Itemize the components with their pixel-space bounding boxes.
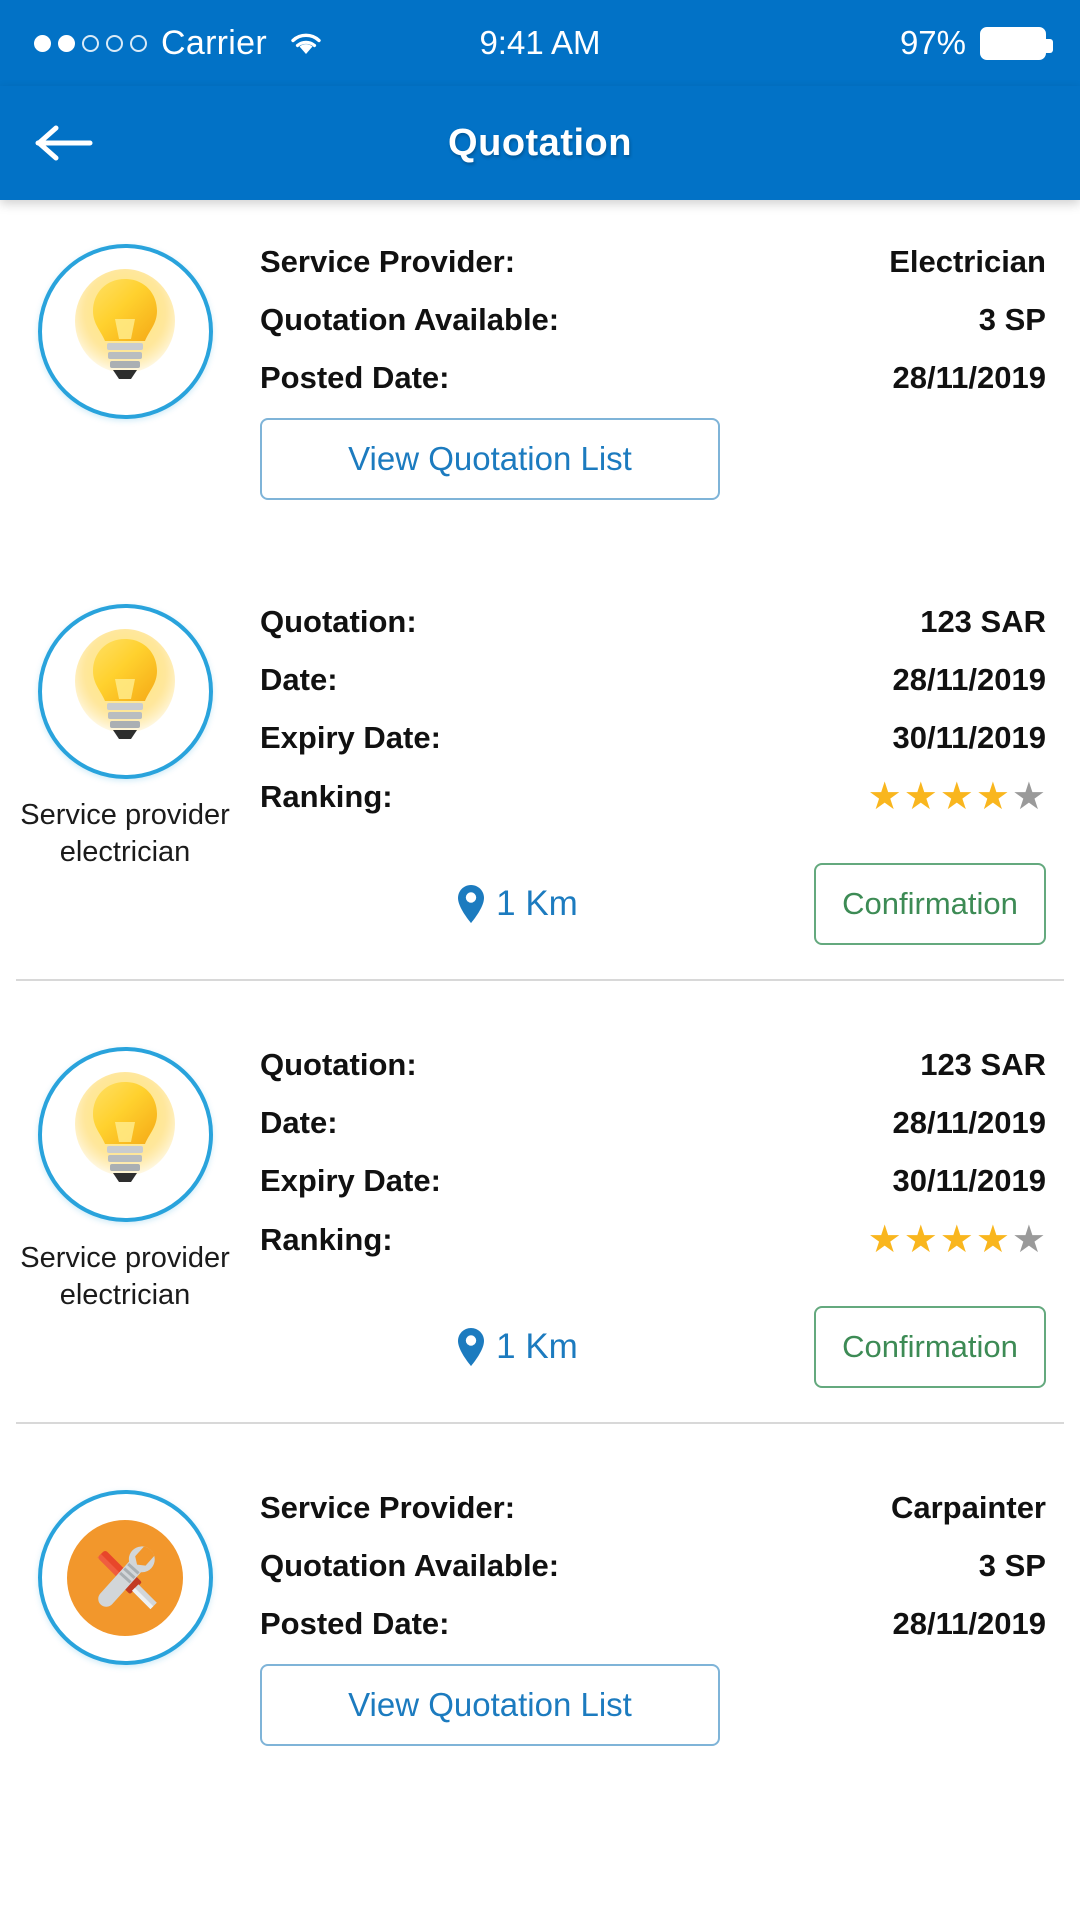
- card-gap: [0, 945, 1080, 979]
- ranking-row: Ranking: ★ ★ ★ ★ ★: [260, 778, 1046, 816]
- card-gap: [0, 981, 1080, 1003]
- card-gap: [0, 1388, 1080, 1422]
- view-quotation-list-button[interactable]: View Quotation List: [260, 418, 720, 500]
- lightbulb-icon: [74, 1072, 175, 1183]
- status-bar-right: 97%: [899, 24, 1053, 62]
- card-details: Service Provider: Carpainter Quotation A…: [250, 1446, 1080, 1747]
- detail-label: Service Provider:: [260, 244, 516, 279]
- ranking-label: Ranking:: [260, 779, 393, 814]
- signal-strength-icon: [34, 34, 147, 52]
- card-details: Quotation: 123 SAR Date: 28/11/2019 Expi…: [250, 1003, 1080, 1314]
- detail-row: Date: 28/11/2019: [260, 1105, 1046, 1141]
- detail-value: 30/11/2019: [892, 1163, 1046, 1199]
- detail-label: Quotation Available:: [260, 1548, 560, 1584]
- card-icon-column: Service provider electrician: [0, 560, 250, 871]
- detail-label: Expiry Date:: [260, 1163, 441, 1199]
- ranking-row: Ranking: ★ ★ ★ ★ ★: [260, 1221, 1046, 1259]
- detail-label: Quotation:: [260, 604, 417, 639]
- confirmation-button[interactable]: Confirmation: [814, 863, 1046, 946]
- detail-label: Quotation Available:: [260, 302, 560, 337]
- card-footer: 1 Km Confirmation: [0, 863, 1080, 946]
- provider-avatar: [37, 1490, 213, 1666]
- quotation-offer-card[interactable]: Service provider electrician Quotation: …: [0, 1003, 1080, 1314]
- detail-row: Service Provider: Carpainter: [260, 1490, 1046, 1526]
- detail-value: 28/11/2019: [892, 1606, 1046, 1642]
- detail-label: Posted Date:: [260, 360, 450, 395]
- detail-value: 3 SP: [978, 1548, 1046, 1584]
- card-gap: [0, 500, 1080, 560]
- back-button[interactable]: [34, 120, 96, 166]
- quotation-summary-card[interactable]: Service Provider: Electrician Quotation …: [0, 200, 1080, 500]
- card-details: Quotation: 123 SAR Date: 28/11/2019 Expi…: [250, 560, 1080, 871]
- lightbulb-icon: [74, 629, 175, 739]
- location-pin-icon: [458, 885, 485, 924]
- app-header: Quotation: [0, 86, 1080, 200]
- distance-indicator: 1 Km: [250, 1326, 784, 1368]
- provider-caption: Service provider electrician: [20, 1242, 230, 1312]
- detail-label: Quotation:: [260, 1047, 417, 1083]
- detail-label: Expiry Date:: [260, 720, 441, 755]
- detail-value: 123 SAR: [920, 1047, 1046, 1083]
- ranking-label: Ranking:: [260, 1222, 393, 1258]
- carrier-label: Carrier: [161, 23, 267, 62]
- card-icon-column: [0, 1446, 250, 1746]
- detail-label: Posted Date:: [260, 1606, 450, 1642]
- detail-value: 28/11/2019: [892, 662, 1046, 697]
- detail-label: Date:: [260, 662, 338, 697]
- status-bar: Carrier 9:41 AM 97%: [0, 0, 1080, 86]
- battery-icon: [980, 26, 1053, 60]
- lightbulb-icon: [74, 269, 175, 379]
- view-quotation-list-button[interactable]: View Quotation List: [260, 1664, 720, 1747]
- card-icon-column: [0, 200, 250, 500]
- detail-value: 123 SAR: [920, 604, 1046, 639]
- quotation-list: Service Provider: Electrician Quotation …: [0, 200, 1080, 1747]
- rating-stars: ★ ★ ★ ★ ★: [867, 1219, 1046, 1262]
- card-footer: 1 Km Confirmation: [0, 1306, 1080, 1389]
- provider-caption: Service provider electrician: [20, 799, 230, 869]
- detail-label: Date:: [260, 1105, 338, 1141]
- card-gap: [0, 1424, 1080, 1446]
- wifi-icon: [287, 28, 325, 58]
- detail-row: Quotation Available: 3 SP: [260, 1548, 1046, 1584]
- rating-stars: ★ ★ ★ ★ ★: [867, 776, 1046, 818]
- distance-label: 1 Km: [496, 884, 578, 924]
- detail-value: 30/11/2019: [892, 720, 1046, 755]
- detail-row: Quotation: 123 SAR: [260, 604, 1046, 640]
- detail-value: 28/11/2019: [892, 360, 1046, 395]
- status-bar-left: Carrier: [34, 24, 325, 63]
- tools-icon: [67, 1519, 183, 1636]
- provider-avatar: [37, 1047, 213, 1223]
- detail-row: Posted Date: 28/11/2019: [260, 360, 1046, 396]
- battery-percent-label: 97%: [899, 24, 966, 61]
- detail-row: Date: 28/11/2019: [260, 662, 1046, 698]
- detail-label: Service Provider:: [260, 1490, 516, 1526]
- detail-value: 3 SP: [978, 302, 1046, 337]
- card-icon-column: Service provider electrician: [0, 1003, 250, 1314]
- quotation-summary-card[interactable]: Service Provider: Carpainter Quotation A…: [0, 1446, 1080, 1747]
- page-title: Quotation: [448, 121, 632, 164]
- detail-row: Expiry Date: 30/11/2019: [260, 720, 1046, 756]
- detail-value: Electrician: [889, 244, 1046, 279]
- detail-value: 28/11/2019: [892, 1105, 1046, 1141]
- quotation-offer-card[interactable]: Service provider electrician Quotation: …: [0, 560, 1080, 871]
- provider-avatar: [37, 604, 213, 779]
- detail-value: Carpainter: [890, 1490, 1046, 1526]
- confirmation-button[interactable]: Confirmation: [814, 1306, 1046, 1389]
- detail-row: Quotation Available: 3 SP: [260, 302, 1046, 338]
- card-details: Service Provider: Electrician Quotation …: [250, 200, 1080, 500]
- provider-avatar: [37, 244, 213, 419]
- distance-label: 1 Km: [496, 1327, 578, 1367]
- detail-row: Expiry Date: 30/11/2019: [260, 1163, 1046, 1199]
- location-pin-icon: [458, 1328, 485, 1367]
- detail-row: Service Provider: Electrician: [260, 244, 1046, 280]
- detail-row: Posted Date: 28/11/2019: [260, 1606, 1046, 1642]
- distance-indicator: 1 Km: [250, 883, 784, 925]
- detail-row: Quotation: 123 SAR: [260, 1047, 1046, 1083]
